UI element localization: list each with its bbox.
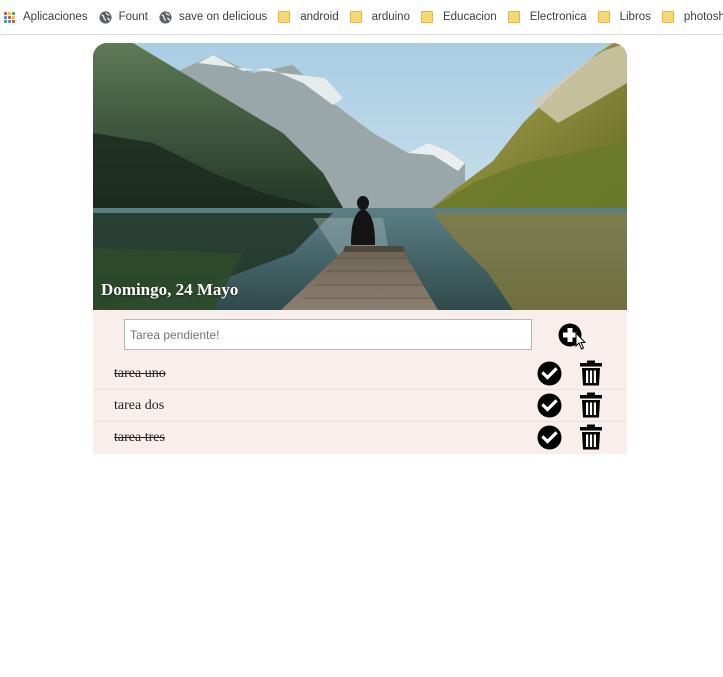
bookmark-label: Fount bbox=[118, 11, 148, 23]
bookmark-label: arduino bbox=[371, 11, 410, 23]
bookmark-folder-photosho[interactable]: photosho bbox=[658, 5, 723, 29]
bookmark-folder-electronica[interactable]: Electronica bbox=[504, 5, 594, 29]
bookmark-save-on-delicious[interactable]: save on delicious bbox=[155, 5, 274, 29]
new-task-input[interactable] bbox=[124, 319, 532, 350]
mouse-pointer-icon bbox=[575, 332, 587, 350]
folder-icon bbox=[420, 11, 433, 23]
header-image: Domingo, 24 Mayo bbox=[93, 43, 627, 310]
bookmarks-bar: Aplicaciones Fount save on delicious and… bbox=[0, 0, 723, 35]
task-panel: tarea uno tarea dos bbox=[93, 310, 627, 454]
task-text: tarea uno bbox=[114, 366, 166, 381]
check-circle-icon[interactable] bbox=[537, 425, 562, 450]
trash-icon[interactable] bbox=[579, 392, 603, 418]
globe-icon bbox=[98, 10, 112, 24]
check-circle-icon[interactable] bbox=[537, 361, 562, 386]
mountain-lake-dock-photo bbox=[93, 43, 627, 310]
trash-icon[interactable] bbox=[579, 424, 603, 450]
bookmark-folder-educacion[interactable]: Educacion bbox=[417, 5, 504, 29]
todo-card: Domingo, 24 Mayo tarea uno bbox=[93, 43, 627, 454]
folder-icon bbox=[507, 11, 520, 23]
apps-grid-icon bbox=[4, 11, 15, 23]
add-task-row bbox=[93, 319, 627, 351]
task-row: tarea dos bbox=[93, 390, 627, 422]
bookmark-folder-libros[interactable]: Libros bbox=[594, 5, 658, 29]
folder-icon bbox=[349, 11, 362, 23]
folder-icon bbox=[278, 11, 291, 23]
check-circle-icon[interactable] bbox=[537, 393, 562, 418]
task-row: tarea tres bbox=[93, 422, 627, 453]
bookmark-label: android bbox=[300, 11, 339, 23]
bookmark-label: save on delicious bbox=[179, 11, 268, 23]
folder-icon bbox=[661, 11, 674, 23]
task-text: tarea dos bbox=[114, 398, 165, 413]
bookmark-aplicaciones[interactable]: Aplicaciones bbox=[0, 5, 95, 29]
bookmark-label: Libros bbox=[619, 11, 651, 23]
date-label: Domingo, 24 Mayo bbox=[101, 280, 239, 299]
task-text: tarea tres bbox=[114, 430, 165, 445]
bookmark-fount[interactable]: Fount bbox=[95, 5, 155, 29]
globe-icon bbox=[159, 10, 172, 24]
bookmark-label: Educacion bbox=[442, 11, 497, 23]
bookmark-label: Aplicaciones bbox=[23, 11, 88, 23]
bookmark-folder-arduino[interactable]: arduino bbox=[346, 5, 417, 29]
bookmark-label: photosho bbox=[683, 11, 723, 23]
bookmark-label: Electronica bbox=[529, 11, 587, 23]
folder-icon bbox=[597, 11, 610, 23]
bookmark-folder-android[interactable]: android bbox=[274, 5, 345, 29]
trash-icon[interactable] bbox=[579, 360, 603, 386]
task-row: tarea uno bbox=[93, 358, 627, 390]
